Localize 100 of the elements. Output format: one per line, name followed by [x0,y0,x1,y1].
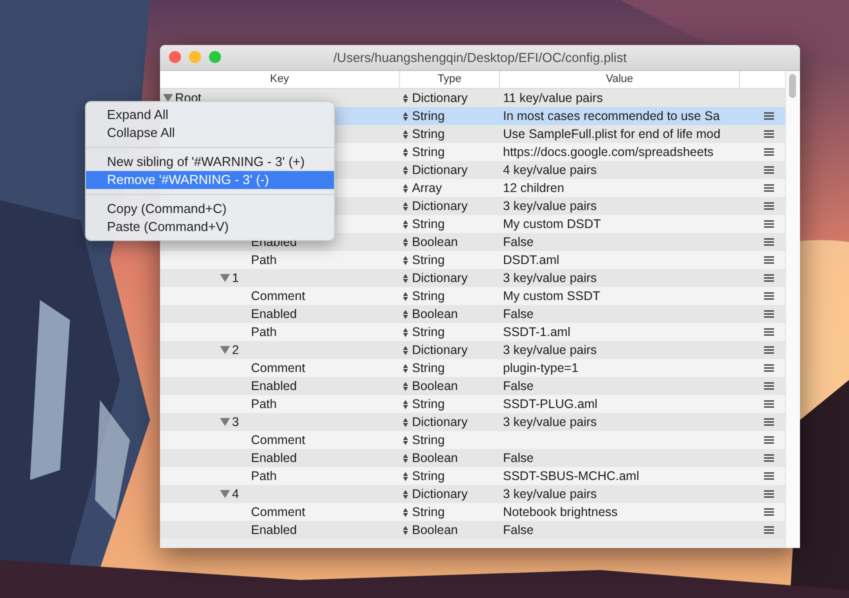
type-text: String [412,253,445,267]
type-text: String [412,289,445,303]
menu-icon[interactable] [764,292,774,300]
disclosure-triangle-icon[interactable] [220,490,230,498]
stepper-icon[interactable] [403,526,408,534]
menu-icon[interactable] [764,166,774,174]
stepper-icon[interactable] [403,112,408,120]
stepper-icon[interactable] [403,202,408,210]
menu-icon[interactable] [764,112,774,120]
menu-icon[interactable] [764,490,774,498]
stepper-icon[interactable] [403,490,408,498]
menu-icon[interactable] [764,418,774,426]
type-text: String [412,469,445,483]
menu-icon[interactable] [764,400,774,408]
key-text: 4 [232,487,239,501]
stepper-icon[interactable] [403,328,408,336]
stepper-icon[interactable] [403,472,408,480]
table-row[interactable]: Comment String [160,431,785,449]
table-row[interactable]: 3 Dictionary 3 key/value pairs [160,413,785,431]
menu-icon[interactable] [764,310,774,318]
stepper-icon[interactable] [403,436,408,444]
table-row[interactable]: Enabled Boolean False [160,449,785,467]
disclosure-triangle-icon[interactable] [220,418,230,426]
menu-icon[interactable] [764,238,774,246]
type-text: String [412,433,445,447]
key-text: 3 [232,415,239,429]
table-row[interactable]: Path String SSDT-PLUG.aml [160,395,785,413]
menu-icon[interactable] [764,526,774,534]
stepper-icon[interactable] [403,94,408,102]
disclosure-triangle-icon[interactable] [220,346,230,354]
window-title: /Users/huangshengqin/Desktop/EFI/OC/config.plist [332,50,628,65]
stepper-icon[interactable] [403,166,408,174]
disclosure-triangle-icon[interactable] [220,274,230,282]
stepper-icon[interactable] [403,418,408,426]
value-text: 3 key/value pairs [503,343,597,357]
stepper-icon[interactable] [403,292,408,300]
menu-icon[interactable] [764,472,774,480]
value-text: False [503,379,534,393]
menu-icon[interactable] [764,508,774,516]
stepper-icon[interactable] [403,382,408,390]
table-row[interactable]: 4 Dictionary 3 key/value pairs [160,485,785,503]
key-text: Path [251,253,277,267]
menu-item[interactable]: Remove '#WARNING - 3' (-) [86,171,334,189]
menu-icon[interactable] [764,454,774,462]
menu-icon[interactable] [764,328,774,336]
stepper-icon[interactable] [403,274,408,282]
menu-icon[interactable] [764,202,774,210]
table-row[interactable]: 1 Dictionary 3 key/value pairs [160,269,785,287]
table-row[interactable]: Root Dictionary 11 key/value pairs [160,89,785,107]
type-text: String [412,145,445,159]
menu-icon[interactable] [764,130,774,138]
stepper-icon[interactable] [403,220,408,228]
table-row[interactable]: Comment String plugin-type=1 [160,359,785,377]
menu-icon[interactable] [764,346,774,354]
column-header[interactable]: Value [500,71,740,88]
menu-icon[interactable] [764,274,774,282]
column-header[interactable]: Key [160,71,400,88]
stepper-icon[interactable] [403,508,408,516]
stepper-icon[interactable] [403,238,408,246]
column-header[interactable]: Type [400,71,500,88]
menu-icon[interactable] [764,184,774,192]
stepper-icon[interactable] [403,364,408,372]
value-text: 3 key/value pairs [503,199,597,213]
menu-icon[interactable] [764,256,774,264]
disclosure-triangle-icon[interactable] [163,94,173,102]
value-text: 11 key/value pairs [503,91,603,105]
stepper-icon[interactable] [403,400,408,408]
table-row[interactable]: Enabled Boolean False [160,521,785,539]
table-row[interactable]: Comment String My custom SSDT [160,287,785,305]
stepper-icon[interactable] [403,454,408,462]
type-text: String [412,127,445,141]
stepper-icon[interactable] [403,346,408,354]
type-text: Dictionary [412,91,468,105]
value-text: 3 key/value pairs [503,271,597,285]
value-text: https://docs.google.com/spreadsheets [503,145,714,159]
stepper-icon[interactable] [403,184,408,192]
table-row[interactable]: Path String SSDT-1.aml [160,323,785,341]
table-row[interactable]: Path String SSDT-SBUS-MCHC.aml [160,467,785,485]
menu-icon[interactable] [764,148,774,156]
type-text: String [412,109,445,123]
table-row[interactable]: 2 Dictionary 3 key/value pairs [160,341,785,359]
table-row[interactable]: Comment String Notebook brightness [160,503,785,521]
table-row[interactable]: Path String DSDT.aml [160,251,785,269]
scroll-thumb[interactable] [789,74,796,98]
value-text: In most cases recommended to use Sa [503,109,720,123]
value-text: False [503,451,534,465]
stepper-icon[interactable] [403,148,408,156]
scrollbar[interactable] [785,71,800,548]
menu-icon[interactable] [764,364,774,372]
value-text: 4 key/value pairs [503,163,597,177]
stepper-icon[interactable] [403,310,408,318]
menu-icon[interactable] [764,436,774,444]
table-row[interactable]: Enabled Boolean False [160,377,785,395]
menu-icon[interactable] [764,220,774,228]
stepper-icon[interactable] [403,256,408,264]
menu-icon[interactable] [764,382,774,390]
type-text: String [412,325,445,339]
stepper-icon[interactable] [403,130,408,138]
value-text: Use SampleFull.plist for end of life mod [503,127,720,141]
table-row[interactable]: Enabled Boolean False [160,305,785,323]
